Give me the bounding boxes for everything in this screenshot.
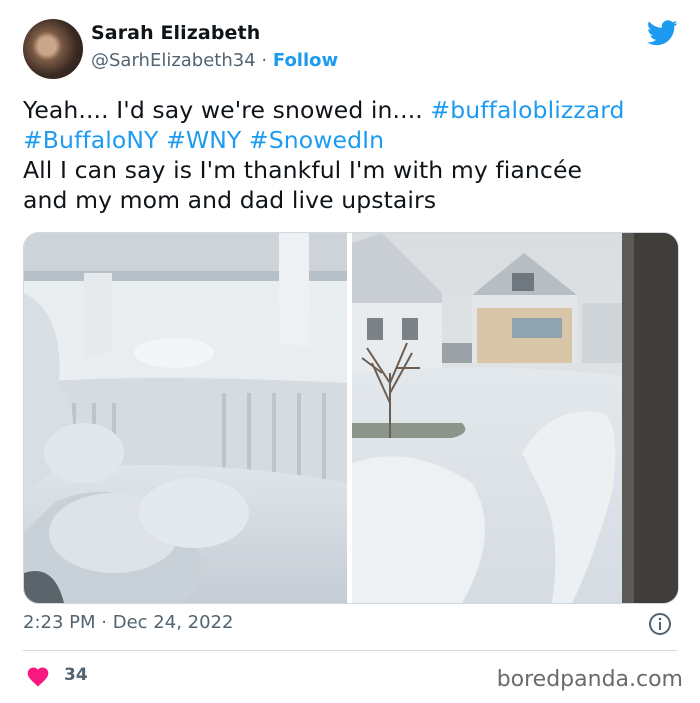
snowy-porch-photo[interactable] [24,233,347,603]
timestamp-separator: · [101,612,107,633]
snowy-street-photo[interactable] [352,233,678,603]
watermark: boredpanda.com [496,667,683,692]
tweet-line-2: #BuffaloNY #WNY #SnowedIn [23,125,683,155]
handle-separator: · [261,50,268,71]
hashtag-buffalony[interactable]: #BuffaloNY [23,126,159,154]
hashtag-wny[interactable]: #WNY [166,126,241,154]
info-icon[interactable] [648,612,672,636]
tweet-line-4: and my mom and dad live upstairs [23,186,437,214]
hashtag-snowedin[interactable]: #SnowedIn [249,126,384,154]
tweet-line-1-text: Yeah.... I'd say we're snowed in.... [23,96,431,124]
twitter-bird-icon[interactable] [647,20,678,46]
handle-row: @SarhElizabeth34 · Follow [91,50,338,71]
tweet-line-3: All I can say is I'm thankful I'm with m… [23,156,583,184]
tweet-time: 2:23 PM [23,612,96,633]
tweet-line-1: Yeah.... I'd say we're snowed in.... #bu… [23,95,683,125]
like-count: 34 [64,665,88,685]
author-name[interactable]: Sarah Elizabeth [91,22,260,44]
follow-button[interactable]: Follow [273,50,338,71]
tweet-text: Yeah.... I'd say we're snowed in.... #bu… [23,95,683,215]
divider [23,650,677,651]
tweet-date: Dec 24, 2022 [112,612,234,633]
avatar[interactable] [23,19,83,79]
author-handle[interactable]: @SarhElizabeth34 [91,50,256,71]
hashtag-buffaloblizzard[interactable]: #buffaloblizzard [430,96,624,124]
timestamp[interactable]: 2:23 PM · Dec 24, 2022 [23,612,233,633]
heart-icon[interactable] [26,665,50,687]
media-grid [23,232,679,604]
